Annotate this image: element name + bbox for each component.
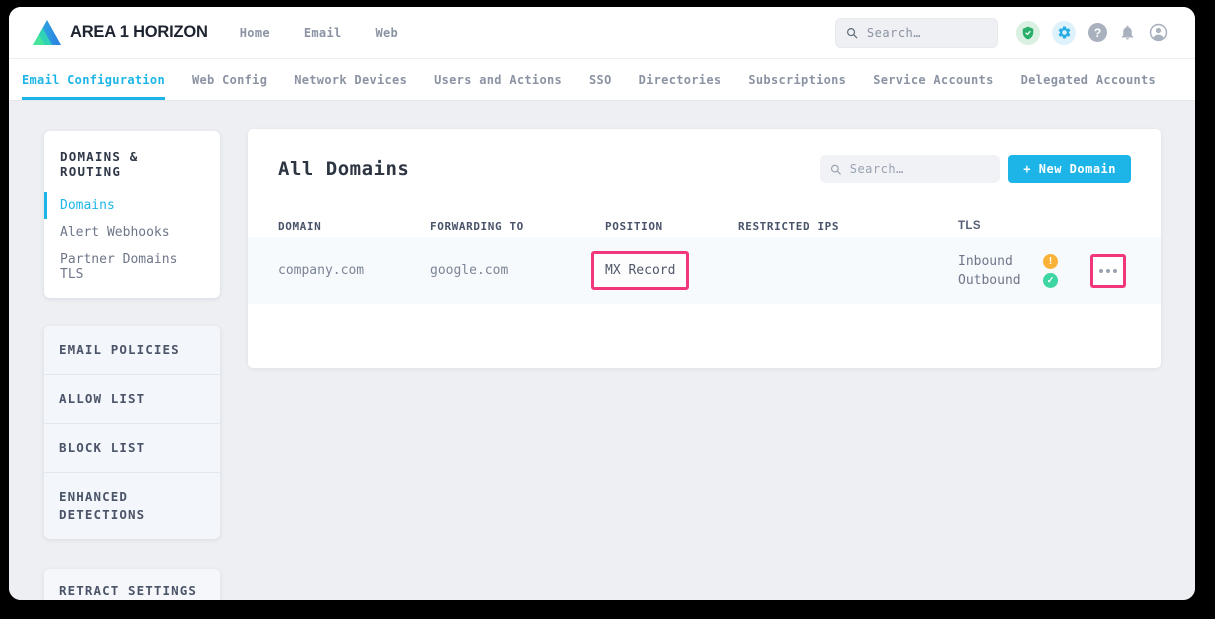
notifications-bell-icon[interactable] — [1119, 24, 1136, 41]
global-search[interactable] — [835, 18, 998, 48]
top-nav: Home Email Web — [240, 26, 398, 40]
tls-outbound-label: Outbound — [958, 273, 1043, 288]
help-icon[interactable] — [1088, 23, 1107, 42]
row-more-options-button[interactable] — [1093, 257, 1123, 285]
global-search-input[interactable] — [867, 26, 987, 40]
sidebar-item-domains[interactable]: Domains — [44, 192, 204, 219]
tab-users-and-actions[interactable]: Users and Actions — [434, 59, 562, 100]
panel-header: All Domains + New Domain — [248, 129, 1161, 183]
top-nav-web[interactable]: Web — [376, 26, 399, 40]
domains-routing-card: DOMAINS & ROUTING Domains Alert Webhooks… — [44, 131, 220, 298]
cell-domain: company.com — [278, 263, 430, 278]
tls-outbound-line: Outbound — [958, 273, 1090, 288]
page-title: All Domains — [278, 158, 820, 180]
policy-sections-card: EMAIL POLICIES ALLOW LIST BLOCK LIST ENH… — [44, 326, 220, 539]
col-header-tls: TLS — [958, 220, 1090, 232]
brand-triangle-icon — [32, 19, 62, 46]
brand-name: AREA 1 HORIZON — [70, 23, 208, 42]
domains-routing-title: DOMAINS & ROUTING — [60, 149, 204, 179]
table-header-row: DOMAIN FORWARDING TO POSITION RESTRICTED… — [248, 215, 1161, 237]
shield-check-icon[interactable] — [1016, 21, 1040, 45]
col-header-domain: DOMAIN — [278, 220, 430, 233]
new-domain-button[interactable]: + New Domain — [1008, 155, 1131, 183]
settings-gear-icon[interactable] — [1052, 21, 1076, 45]
check-status-icon — [1043, 273, 1058, 288]
main-content: DOMAINS & ROUTING Domains Alert Webhooks… — [9, 102, 1195, 600]
cell-tls: Inbound Outbound — [958, 254, 1090, 288]
tab-service-accounts[interactable]: Service Accounts — [873, 59, 993, 100]
topbar-right — [835, 18, 1179, 48]
account-icon[interactable] — [1148, 22, 1169, 43]
col-header-position: POSITION — [605, 220, 738, 233]
tab-delegated-accounts[interactable]: Delegated Accounts — [1021, 59, 1156, 100]
section-email-policies[interactable]: EMAIL POLICIES — [44, 326, 220, 375]
all-domains-panel: All Domains + New Domain DOMAIN FORWARDI… — [248, 129, 1161, 368]
brand-logo[interactable]: AREA 1 HORIZON — [32, 19, 208, 46]
topbar-icons — [1016, 21, 1169, 45]
sidebar: DOMAINS & ROUTING Domains Alert Webhooks… — [44, 131, 220, 600]
top-nav-home[interactable]: Home — [240, 26, 270, 40]
position-value: MX Record — [605, 263, 675, 278]
position-value-highlight: MX Record — [591, 251, 689, 290]
app-window: AREA 1 HORIZON Home Email Web — [9, 7, 1195, 600]
sidebar-item-alert-webhooks[interactable]: Alert Webhooks — [44, 219, 204, 246]
retract-settings-card[interactable]: RETRACT SETTINGS — [44, 569, 220, 600]
section-allow-list[interactable]: ALLOW LIST — [44, 375, 220, 424]
tls-inbound-label: Inbound — [958, 254, 1043, 269]
sidebar-item-partner-domains-tls[interactable]: Partner Domains TLS — [44, 246, 204, 288]
cell-actions — [1090, 254, 1131, 288]
search-icon — [830, 163, 841, 176]
tab-web-config[interactable]: Web Config — [192, 59, 267, 100]
table-row[interactable]: company.com google.com MX Record Inbound… — [248, 237, 1161, 304]
ellipsis-icon — [1099, 269, 1103, 273]
section-block-list[interactable]: BLOCK LIST — [44, 424, 220, 473]
secondary-nav: Email Configuration Web Config Network D… — [9, 59, 1195, 101]
col-header-forwarding-to: FORWARDING TO — [430, 220, 605, 233]
domains-search[interactable] — [820, 155, 1000, 183]
tab-subscriptions[interactable]: Subscriptions — [748, 59, 846, 100]
cell-position: MX Record — [605, 251, 738, 290]
col-header-restricted-ips: RESTRICTED IPS — [738, 220, 958, 233]
tab-email-configuration[interactable]: Email Configuration — [22, 59, 165, 100]
tab-network-devices[interactable]: Network Devices — [294, 59, 407, 100]
top-navbar: AREA 1 HORIZON Home Email Web — [9, 7, 1195, 59]
domains-search-input[interactable] — [850, 162, 991, 176]
tab-sso[interactable]: SSO — [589, 59, 612, 100]
cell-forwarding-to: google.com — [430, 263, 605, 278]
tls-inbound-line: Inbound — [958, 254, 1090, 269]
more-options-highlight — [1090, 254, 1126, 288]
section-enhanced-detections[interactable]: ENHANCED DETECTIONS — [44, 473, 220, 539]
warning-status-icon — [1043, 254, 1058, 269]
top-nav-email[interactable]: Email — [304, 26, 342, 40]
tab-directories[interactable]: Directories — [639, 59, 722, 100]
search-icon — [846, 26, 858, 40]
